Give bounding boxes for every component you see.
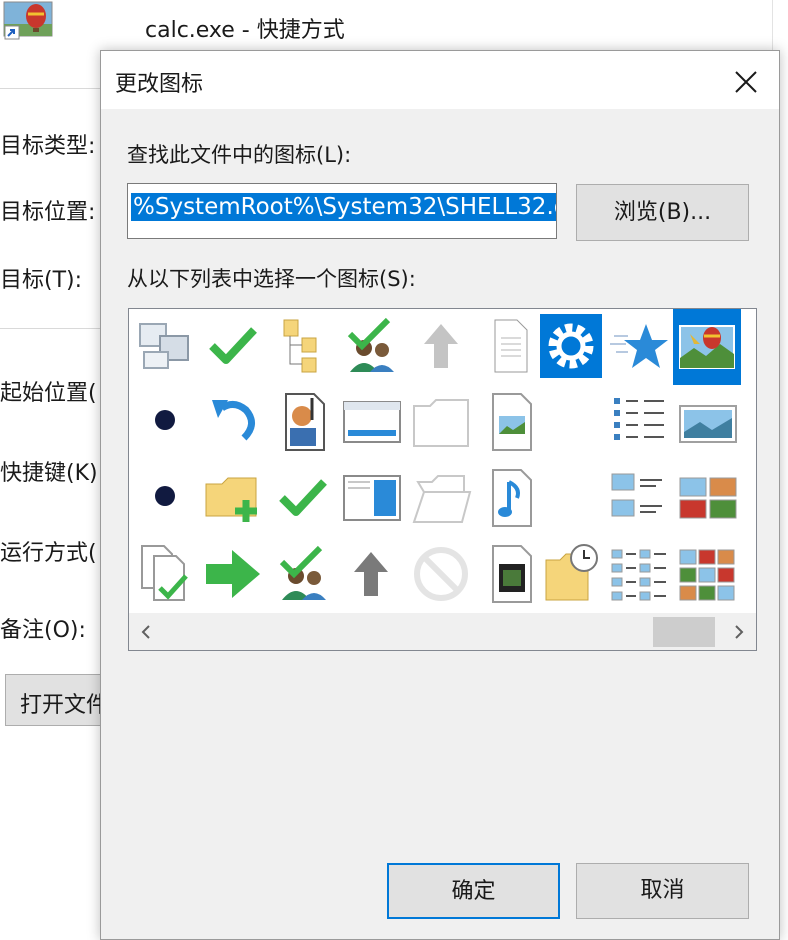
comment-label: 备注(O): — [0, 618, 86, 643]
icon-choice-right-arrow-icon[interactable] — [199, 537, 267, 613]
icon-choice-gear-icon[interactable] — [537, 309, 605, 385]
blocked-icon — [414, 547, 468, 601]
picture-file-icon — [492, 393, 532, 451]
music-file-icon — [492, 469, 532, 527]
picture-grid-icon — [679, 549, 735, 601]
video-file-icon — [492, 545, 532, 603]
scroll-right-icon[interactable] — [722, 613, 756, 650]
icon-choice-up-arrow-dark-icon[interactable] — [337, 537, 405, 613]
icon-choice-window-icon[interactable] — [337, 385, 405, 461]
ok-button[interactable]: 确定 — [387, 863, 560, 919]
details-list-icon — [614, 398, 664, 440]
target-label: 目标(T): — [0, 268, 83, 293]
shortcut-key-label: 快捷键(K): — [0, 461, 106, 486]
users-check-icon — [347, 317, 394, 372]
document-icon — [494, 319, 528, 373]
icon-choice-users-check-icon[interactable] — [269, 537, 337, 613]
icon-choice-blocked-icon[interactable] — [407, 537, 475, 613]
folder-outline-icon — [413, 399, 469, 447]
landscape-icon — [679, 405, 737, 443]
icon-choice-users-check-icon[interactable] — [337, 309, 405, 385]
up-arrow-gray-icon — [424, 324, 458, 368]
picture-details-icon — [611, 549, 666, 601]
dot-icon — [155, 486, 175, 506]
icon-choice-folder-tree-icon[interactable] — [269, 309, 337, 385]
icon-choice-folder-clock-icon[interactable] — [537, 537, 605, 613]
network-computers-icon — [139, 323, 189, 369]
icon-choice-network-computers-icon[interactable] — [131, 309, 199, 385]
icon-choice-picture-file-icon[interactable] — [476, 385, 544, 461]
calc-shortcut-icon — [2, 0, 54, 40]
picture-list-icon — [611, 473, 662, 517]
icon-choice-blank-icon[interactable] — [537, 461, 605, 537]
change-icon-dialog: 更改图标 查找此文件中的图标(L): %SystemRoot%\System32… — [100, 50, 780, 940]
horizontal-scrollbar[interactable] — [129, 613, 756, 650]
icon-choice-checkmark-icon[interactable] — [199, 309, 267, 385]
target-location-label: 目标位置: — [0, 200, 96, 225]
icon-choice-dot-icon[interactable] — [131, 385, 199, 461]
icon-choice-dot-icon[interactable] — [131, 461, 199, 537]
gear-icon — [540, 314, 602, 378]
blank-icon — [540, 390, 602, 454]
media-file-icon — [285, 393, 325, 451]
icon-choice-documents-check-icon[interactable] — [131, 537, 199, 613]
icon-choice-window-panel-icon[interactable] — [337, 461, 405, 537]
folder-tree-icon — [283, 319, 317, 373]
icon-choice-picture-details-icon[interactable] — [605, 537, 673, 613]
window-icon — [343, 401, 401, 443]
close-icon[interactable] — [731, 67, 761, 97]
checkmark-icon — [279, 479, 327, 516]
icon-choice-undo-arrow-icon[interactable] — [199, 385, 267, 461]
users-check-icon — [279, 545, 326, 600]
icon-choice-up-arrow-gray-icon[interactable] — [407, 309, 475, 385]
icon-choice-folder-open-outline-icon[interactable] — [407, 461, 475, 537]
icon-choice-music-file-icon[interactable] — [476, 461, 544, 537]
icon-choice-landscape-icon[interactable] — [673, 385, 741, 461]
folder-add-icon — [205, 477, 257, 522]
start-in-label: 起始位置( — [0, 381, 97, 406]
cancel-button[interactable]: 取消 — [576, 863, 749, 919]
icon-file-path-value: %SystemRoot%\System32\SHELL32.dll — [131, 193, 556, 221]
icon-file-path-input[interactable]: %SystemRoot%\System32\SHELL32.dll — [127, 183, 557, 239]
folder-open-outline-icon — [412, 475, 472, 523]
window-panel-icon — [343, 475, 401, 521]
icon-choice-document-icon[interactable] — [476, 309, 544, 385]
up-arrow-dark-icon — [354, 552, 388, 596]
shortcut-title: calc.exe - 快捷方式 — [145, 18, 345, 43]
dot-icon — [155, 410, 175, 430]
icon-choice-folder-add-icon[interactable] — [199, 461, 267, 537]
icon-choice-media-file-icon[interactable] — [269, 385, 337, 461]
icon-choice-picture-list-icon[interactable] — [605, 461, 673, 537]
icon-choice-star-icon[interactable] — [605, 309, 673, 385]
icon-choice-blank-icon[interactable] — [537, 385, 605, 461]
target-type-label: 目标类型: — [0, 134, 96, 159]
scroll-left-icon[interactable] — [129, 613, 163, 650]
browse-button[interactable]: 浏览(B)... — [576, 184, 749, 241]
scrollbar-thumb[interactable] — [653, 617, 715, 647]
divider — [0, 88, 110, 89]
dialog-title: 更改图标 — [115, 72, 204, 97]
icon-choice-balloon-picture-icon[interactable] — [673, 309, 741, 385]
find-icons-label: 查找此文件中的图标(L): — [127, 143, 352, 167]
checkmark-icon — [209, 327, 257, 364]
folder-clock-icon — [545, 544, 598, 601]
icon-choice-checkmark-icon[interactable] — [269, 461, 337, 537]
blank-icon — [540, 466, 602, 530]
undo-arrow-icon — [212, 400, 255, 441]
balloon-picture-icon — [679, 325, 735, 369]
divider — [0, 328, 110, 329]
picture-tiles-icon — [679, 477, 737, 519]
dialog-titlebar: 更改图标 — [101, 51, 779, 109]
icon-choice-picture-tiles-icon[interactable] — [673, 461, 741, 537]
icon-list[interactable] — [128, 308, 757, 651]
icon-choice-picture-grid-icon[interactable] — [673, 537, 741, 613]
icon-choice-details-list-icon[interactable] — [605, 385, 673, 461]
run-label: 运行方式( — [0, 541, 97, 566]
icon-choice-folder-outline-icon[interactable] — [407, 385, 475, 461]
right-arrow-icon — [206, 550, 260, 598]
select-icon-label: 从以下列表中选择一个图标(S): — [127, 267, 416, 291]
star-icon — [610, 324, 668, 368]
documents-check-icon — [141, 545, 188, 601]
icon-choice-video-file-icon[interactable] — [476, 537, 544, 613]
